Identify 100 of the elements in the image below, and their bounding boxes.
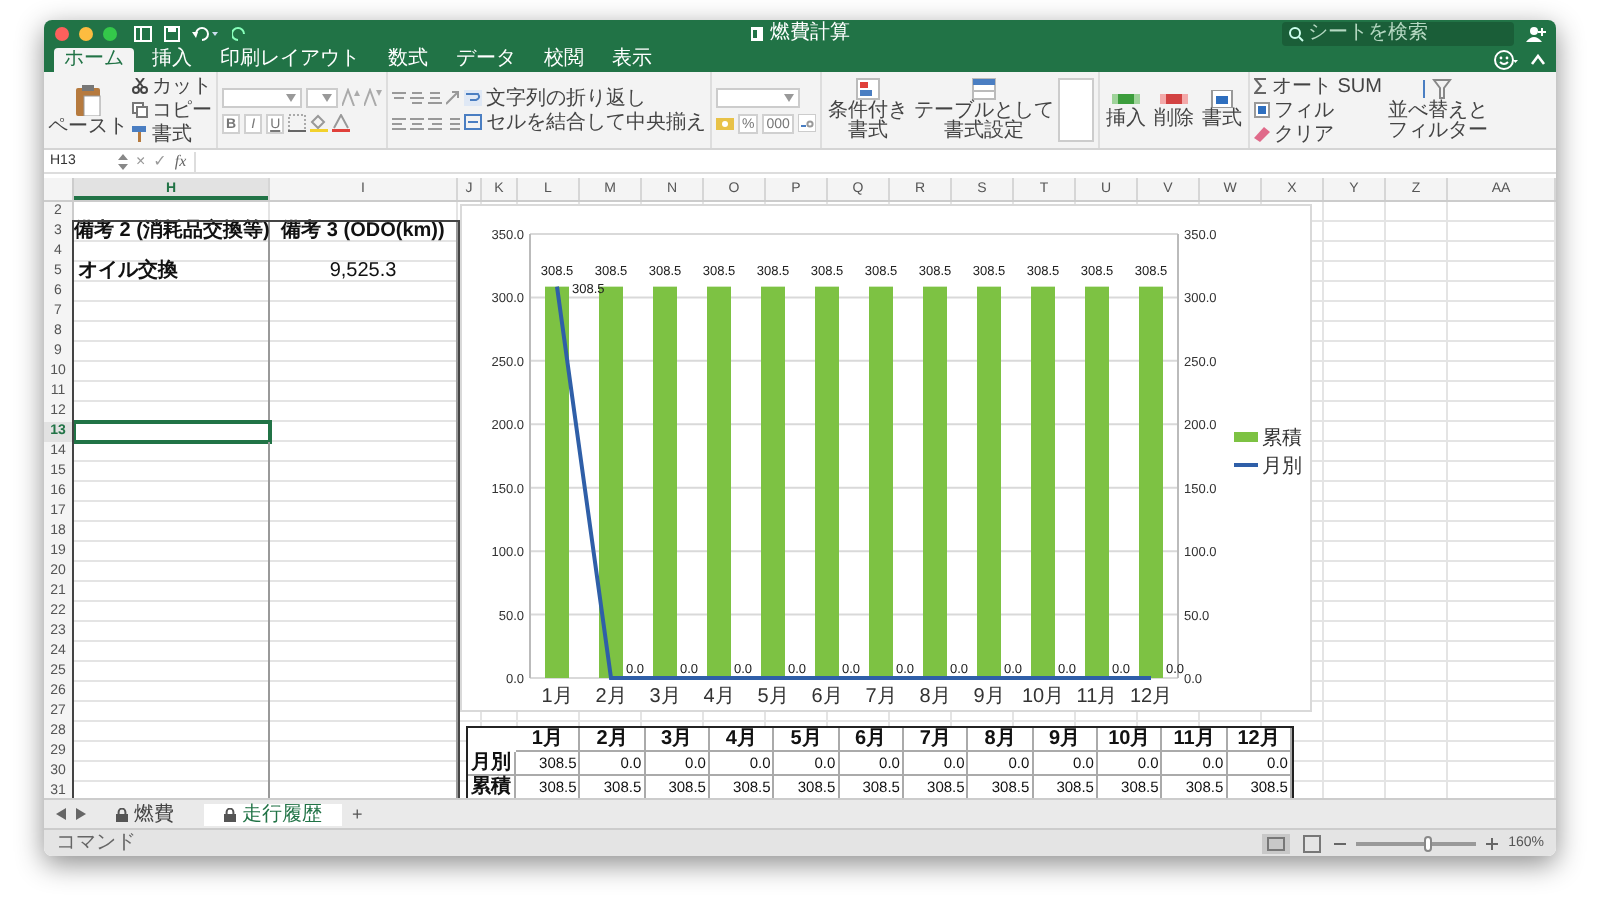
ribbon-tab[interactable]: 挿入 xyxy=(142,48,202,72)
copy-button[interactable]: コピー xyxy=(132,99,212,121)
table-header: 10月 xyxy=(1097,728,1163,752)
axis-label: 5月 xyxy=(757,686,789,708)
paste-button[interactable]: ペースト xyxy=(48,83,128,137)
next-sheet-icon[interactable] xyxy=(76,808,86,820)
ribbon-tab[interactable]: 印刷レイアウト xyxy=(210,48,370,72)
page-layout-icon[interactable] xyxy=(1300,833,1325,853)
status-text: コマンド xyxy=(56,832,136,854)
cell-styles-gallery[interactable] xyxy=(1057,78,1094,142)
ribbon-tab[interactable]: 校閲 xyxy=(534,48,594,72)
document-icon xyxy=(750,25,764,41)
selected-cell[interactable] xyxy=(74,422,270,442)
clear-button[interactable]: クリア xyxy=(1253,123,1382,145)
decimal-icon[interactable] xyxy=(797,114,816,132)
name-box-stepper-icon[interactable] xyxy=(118,153,128,169)
format-as-table-button[interactable]: テーブルとして書式設定 xyxy=(913,78,1054,142)
fill-color-icon[interactable] xyxy=(310,114,329,132)
axis-label: 4月 xyxy=(703,686,735,708)
sort-filter-button[interactable]: 並べ替えとフィルター xyxy=(1385,78,1490,142)
align-bottom-icon[interactable] xyxy=(428,89,442,105)
axis-label: 3月 xyxy=(649,686,681,708)
grow-font-icon[interactable] xyxy=(342,88,360,106)
fill-button[interactable]: フィル xyxy=(1253,99,1382,121)
window-buttons-icon xyxy=(54,25,122,41)
share-person-icon[interactable] xyxy=(1526,25,1546,41)
ribbon-tab[interactable]: 数式 xyxy=(378,48,438,72)
align-left-icon[interactable] xyxy=(392,115,406,131)
caret-icon xyxy=(784,93,794,101)
sigma-icon xyxy=(1253,78,1268,94)
shrink-font-icon[interactable] xyxy=(364,88,382,106)
previous-sheet-icon[interactable] xyxy=(56,808,66,820)
indent-icon[interactable] xyxy=(446,115,460,131)
axis-label: 6月 xyxy=(811,686,843,708)
smiley-icon[interactable] xyxy=(1494,49,1518,69)
table-header: 2月 xyxy=(580,728,646,752)
insert-function-button[interactable]: fx xyxy=(174,151,187,171)
ribbon-tab[interactable]: 表示 xyxy=(602,48,662,72)
conditional-format-button[interactable]: 条件付き書式 xyxy=(825,78,910,142)
zoom-slider-thumb[interactable] xyxy=(1424,835,1433,851)
axis-label: 2月 xyxy=(595,686,627,708)
merge-center-button[interactable]: セルを結合して中央揃え xyxy=(464,111,706,133)
table-header: 8月 xyxy=(968,728,1034,752)
format-button[interactable]: 書式 xyxy=(1199,90,1244,130)
axis-label: 8月 xyxy=(919,686,951,708)
align-right-icon[interactable] xyxy=(428,115,442,131)
conditional-format-icon xyxy=(855,78,880,100)
align-center-icon[interactable] xyxy=(410,115,424,131)
sidebar-icon[interactable] xyxy=(134,25,152,41)
scissors-icon xyxy=(132,78,148,94)
window-title: 燃費計算 xyxy=(770,22,850,44)
search-field[interactable]: シートを検索 xyxy=(1282,21,1514,45)
ribbon-tab[interactable]: データ xyxy=(446,48,526,72)
format-icon xyxy=(1207,90,1236,108)
table-header: 4月 xyxy=(709,728,775,752)
axis-label: 7月 xyxy=(865,686,897,708)
font-name-field[interactable] xyxy=(222,87,302,107)
legend-label: 月別 xyxy=(1262,456,1302,478)
paintbrush-icon xyxy=(132,126,148,142)
caret-icon xyxy=(286,93,296,101)
insert-button[interactable]: 挿入 xyxy=(1103,90,1148,130)
autosum-button[interactable]: オート SUM xyxy=(1253,75,1382,97)
search-icon xyxy=(1288,25,1304,41)
wrap-text-button[interactable]: 文字列の折り返し xyxy=(464,87,706,109)
normal-view-icon[interactable] xyxy=(1262,833,1291,853)
copy-icon xyxy=(132,102,148,118)
redo-icon[interactable] xyxy=(232,25,248,41)
table-header: 3月 xyxy=(645,728,710,752)
delete-button[interactable]: 削除 xyxy=(1151,90,1196,130)
ribbon-tab[interactable]: ホーム xyxy=(54,48,134,72)
row-label: 月別 xyxy=(468,752,516,776)
add-sheet-button[interactable]: + xyxy=(352,804,363,824)
cut-button[interactable]: カット xyxy=(132,75,212,97)
wrap-text-icon xyxy=(464,90,482,106)
sheet-tab[interactable]: 走行履歴 xyxy=(204,803,342,825)
border-icon[interactable] xyxy=(288,114,307,132)
font-color-icon[interactable] xyxy=(332,114,351,132)
table-format-icon xyxy=(971,78,996,100)
fill-down-icon xyxy=(1253,102,1270,118)
number-format-field[interactable] xyxy=(716,87,800,107)
table-cell: 9,525.3 xyxy=(329,262,397,282)
table-header: 1月 xyxy=(516,728,581,752)
eraser-icon xyxy=(1253,126,1270,142)
text-angle-icon[interactable] xyxy=(446,89,460,105)
collapse-caret-icon[interactable] xyxy=(1530,53,1546,65)
align-middle-icon[interactable] xyxy=(410,89,424,105)
minus-icon[interactable] xyxy=(1334,837,1347,849)
delete-icon xyxy=(1159,90,1188,108)
table-header: 9月 xyxy=(1033,728,1098,752)
clipboard-icon xyxy=(74,83,102,115)
plus-icon[interactable] xyxy=(1486,837,1499,849)
axis-label: 11月 xyxy=(1076,686,1118,708)
axis-label: 12月 xyxy=(1129,686,1173,708)
legend-label: 累積 xyxy=(1262,428,1302,450)
format-painter-button[interactable]: 書式 xyxy=(132,123,212,145)
undo-icon[interactable] xyxy=(192,25,220,41)
align-top-icon[interactable] xyxy=(392,89,406,105)
axis-label: 9月 xyxy=(973,686,1005,708)
sheet-tab[interactable]: 燃費 xyxy=(96,803,194,825)
font-size-field[interactable] xyxy=(306,87,338,107)
